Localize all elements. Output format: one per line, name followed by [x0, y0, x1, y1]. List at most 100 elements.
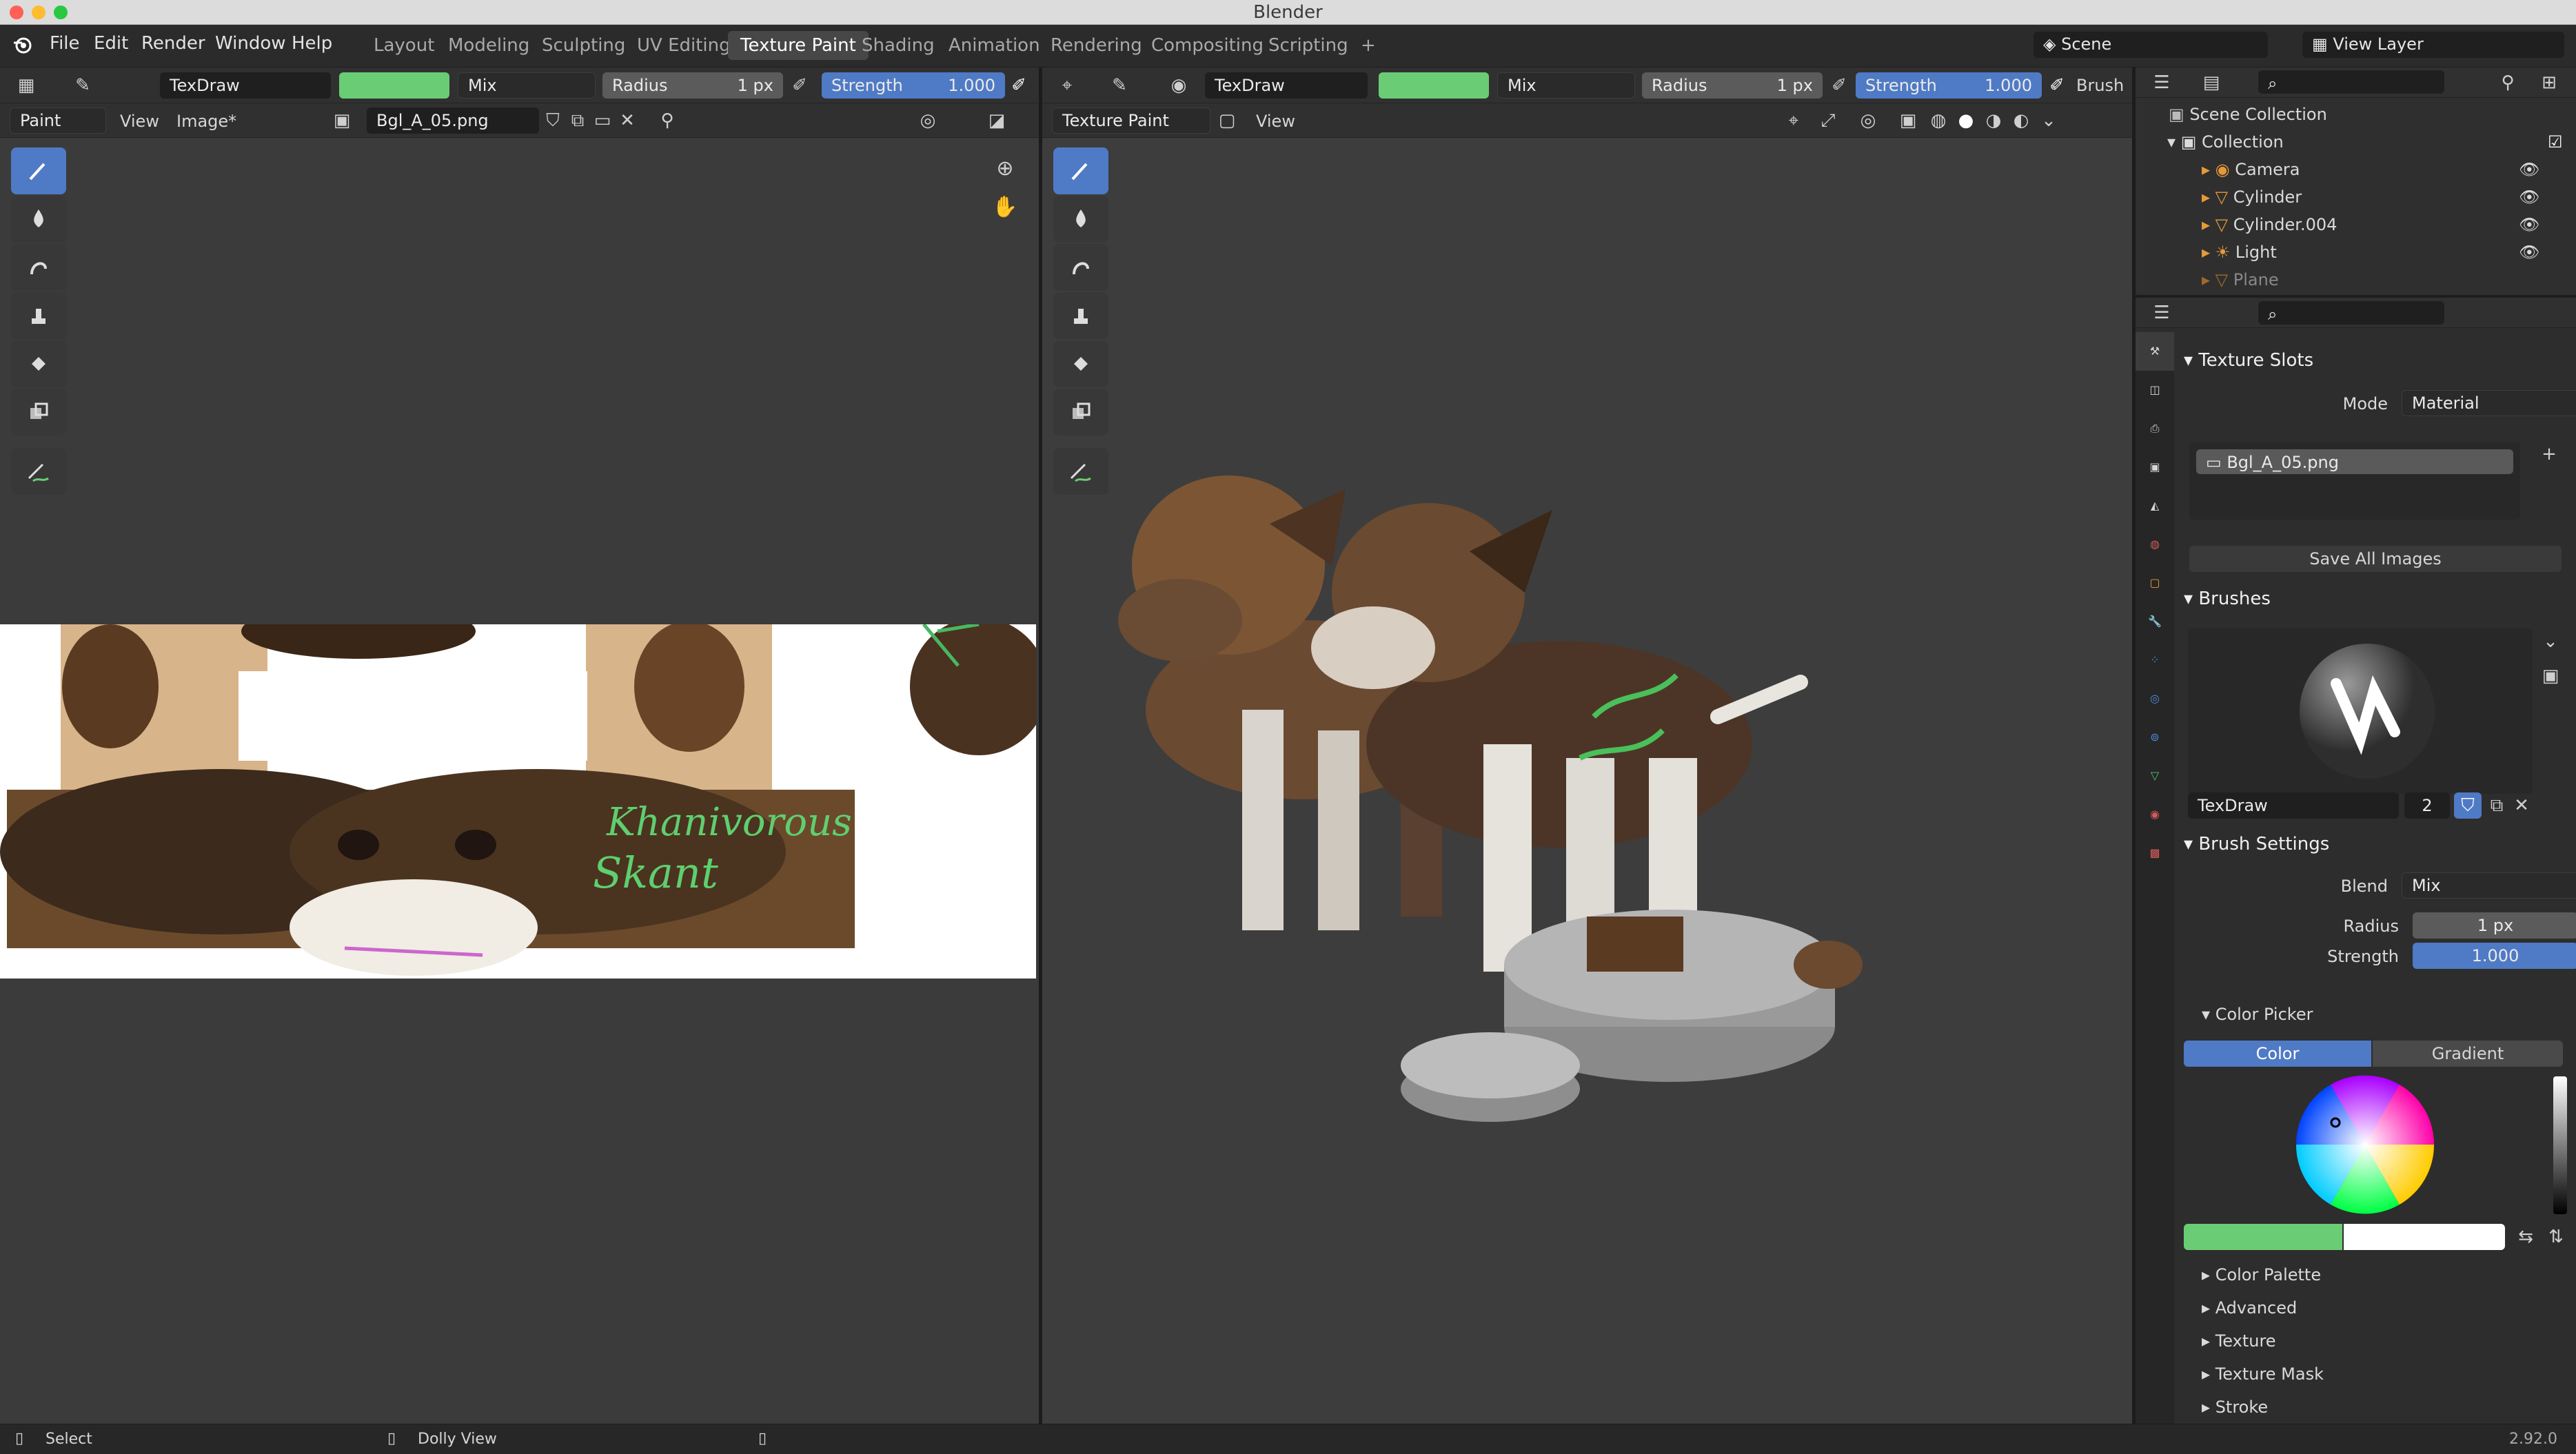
- texture-tab-icon[interactable]: ▩: [2136, 834, 2174, 872]
- tab-layout[interactable]: Layout: [361, 31, 447, 60]
- texture-paint-mode-dropdown[interactable]: Texture Paint: [1052, 107, 1210, 134]
- tab-rendering[interactable]: Rendering: [1038, 31, 1155, 60]
- outliner-item-cylinder[interactable]: ▸ ▽ Cylinder 👁: [2202, 187, 2574, 207]
- image-browse-icon[interactable]: ▣: [328, 107, 356, 134]
- new-collection-icon[interactable]: ⊞: [2535, 70, 2563, 96]
- object-tab-icon[interactable]: ▢: [2136, 564, 2174, 602]
- menu-help[interactable]: Help: [292, 33, 332, 54]
- color-wheel[interactable]: [2293, 1072, 2437, 1217]
- brush-strength-slider[interactable]: 1.000: [2413, 943, 2576, 969]
- open-image-folder-icon[interactable]: ▭: [589, 107, 616, 134]
- constraints-tab-icon[interactable]: ⊚: [2136, 718, 2174, 757]
- brush-name-field[interactable]: TexDraw: [160, 72, 331, 99]
- viewport-brush-name-field[interactable]: TexDraw: [1205, 72, 1368, 99]
- strength-slider[interactable]: Strength 1.000: [822, 72, 1005, 99]
- brush-blend-dropdown[interactable]: Mix: [2402, 872, 2576, 899]
- secondary-color-swatch[interactable]: [2344, 1224, 2505, 1250]
- tab-animation[interactable]: Animation: [936, 31, 1053, 60]
- visibility-eye-icon[interactable]: 👁: [2519, 243, 2539, 262]
- collection-row[interactable]: ▾ ▣ Collection ☑: [2167, 132, 2574, 152]
- wireframe-shading-icon[interactable]: ◍: [1925, 107, 1952, 134]
- fill-tool-icon[interactable]: [11, 340, 66, 387]
- duplicate-image-icon[interactable]: ⧉: [564, 107, 591, 134]
- fake-user-shield-icon[interactable]: ⛉: [539, 107, 567, 134]
- texture-slots-header[interactable]: ▾ Texture Slots: [2184, 350, 2570, 383]
- add-workspace-button[interactable]: +: [1348, 31, 1388, 60]
- brush-panel-menu[interactable]: Brush: [2076, 76, 2124, 95]
- unlink-brush-icon[interactable]: ✕: [2508, 792, 2535, 819]
- face-mask-icon[interactable]: ▢: [1213, 107, 1241, 134]
- solid-shading-icon[interactable]: ●: [1952, 107, 1980, 134]
- outliner-search-input[interactable]: ⌕: [2258, 70, 2444, 94]
- view-layer-selector[interactable]: ▦ View Layer: [2302, 32, 2564, 58]
- color-picker-subpanel-header[interactable]: ▾ Color Picker: [2202, 1005, 2313, 1024]
- add-texture-slot-icon[interactable]: +: [2535, 441, 2563, 467]
- viewport-brush-icon[interactable]: ✎: [1106, 72, 1133, 99]
- viewport-strength-slider[interactable]: Strength 1.000: [1856, 72, 2042, 99]
- radius-slider[interactable]: Radius 1 px: [602, 72, 783, 99]
- scene-tab-icon[interactable]: ◭: [2136, 487, 2174, 525]
- collection-checkbox[interactable]: ☑: [2548, 132, 2563, 152]
- brush-datablock-name[interactable]: TexDraw: [2188, 792, 2399, 819]
- value-slider[interactable]: [2553, 1076, 2567, 1214]
- data-tab-icon[interactable]: ▽: [2136, 757, 2174, 795]
- selectability-icon[interactable]: ⌖: [1780, 107, 1807, 134]
- unlink-image-icon[interactable]: ✕: [613, 107, 641, 134]
- overlay-icon[interactable]: ◎: [914, 107, 942, 134]
- outliner-item-cylinder-004[interactable]: ▸ ▽ Cylinder.004 👁: [2202, 215, 2574, 234]
- save-all-images-button[interactable]: Save All Images: [2189, 546, 2562, 572]
- pan-hand-icon[interactable]: ✋: [991, 194, 1019, 221]
- menu-render[interactable]: Render: [141, 33, 205, 54]
- texture-canvas[interactable]: Khanivorous Skant: [0, 624, 1036, 979]
- scene-collection-row[interactable]: ▣ Scene Collection: [2169, 105, 2327, 124]
- viewport-brush-color-swatch[interactable]: [1379, 72, 1489, 99]
- brushes-header[interactable]: ▾ Brushes: [2184, 588, 2570, 622]
- view-layer-tab-icon[interactable]: ▣: [2136, 448, 2174, 487]
- viewport-pressure-strength-icon[interactable]: ✐: [2043, 72, 2071, 99]
- tab-texture-paint[interactable]: Texture Paint: [728, 31, 869, 60]
- pin-icon[interactable]: ⚲: [653, 107, 681, 134]
- view-menu[interactable]: View: [120, 112, 159, 131]
- zoom-icon[interactable]: ⊕: [991, 156, 1019, 182]
- brush-color-swatch[interactable]: [339, 72, 449, 99]
- visibility-eye-icon[interactable]: 👁: [2519, 187, 2539, 207]
- rendered-shading-icon[interactable]: ◐: [2007, 107, 2035, 134]
- viewport-view-menu[interactable]: View: [1256, 112, 1295, 131]
- brush-preview-box[interactable]: [2188, 628, 2533, 794]
- material-shading-icon[interactable]: ◑: [1980, 107, 2007, 134]
- color-palette-subpanel[interactable]: ▸ Color Palette: [2202, 1265, 2321, 1284]
- menu-file[interactable]: File: [50, 33, 80, 54]
- 3d-viewport[interactable]: ⌖ ✎ ◉ TexDraw Mix Radius 1 px ✐ Strength…: [1042, 68, 2132, 1424]
- tool-tab-icon[interactable]: ⚒: [2136, 332, 2174, 371]
- menu-edit[interactable]: Edit: [94, 33, 128, 54]
- image-name-field[interactable]: Bgl_A_05.png: [367, 107, 539, 134]
- gradient-tab[interactable]: Gradient: [2373, 1041, 2563, 1067]
- primary-color-swatch[interactable]: [2184, 1224, 2342, 1250]
- pressure-strength-icon[interactable]: ✐: [1005, 72, 1033, 99]
- outliner-editor-type-icon[interactable]: ☰: [2148, 70, 2176, 96]
- texture-subpanel[interactable]: ▸ Texture: [2202, 1331, 2276, 1351]
- modifiers-tab-icon[interactable]: 🔧: [2136, 602, 2174, 641]
- texture-slot-item[interactable]: ▭ Bgl_A_05.png: [2196, 449, 2513, 474]
- display-mode-icon[interactable]: ▤: [2198, 70, 2225, 96]
- particles-tab-icon[interactable]: ⁘: [2136, 641, 2174, 679]
- outliner-item-light[interactable]: ▸ ☀ Light 👁: [2202, 243, 2574, 262]
- filter-icon[interactable]: ⚲: [2494, 70, 2522, 96]
- smear-tool-icon[interactable]: [11, 244, 66, 291]
- brush-image-icon[interactable]: ▣: [2537, 663, 2564, 689]
- brush-radius-slider[interactable]: 1 px: [2413, 912, 2576, 939]
- blender-logo-icon[interactable]: [12, 34, 33, 55]
- brush-user-count[interactable]: 2: [2404, 792, 2450, 819]
- gizmo-icon[interactable]: ⤢: [1814, 107, 1842, 134]
- tab-modeling[interactable]: Modeling: [436, 31, 542, 60]
- brush-specials-icon[interactable]: ⌄: [2537, 628, 2564, 655]
- properties-editor-type-icon[interactable]: ☰: [2148, 300, 2176, 326]
- outliner-item-plane[interactable]: ▸ ▽ Plane: [2202, 270, 2574, 289]
- soften-tool-icon[interactable]: [11, 196, 66, 243]
- color-unit-icon[interactable]: ⇅: [2542, 1224, 2570, 1250]
- image-editor[interactable]: ▦ ✎ TexDraw Mix Radius 1 px ✐ Strength 1…: [0, 68, 1039, 1424]
- viewport-overlay-icon[interactable]: ◎: [1854, 107, 1882, 134]
- blend-dropdown[interactable]: Mix: [458, 72, 596, 99]
- image-menu[interactable]: Image*: [176, 112, 236, 131]
- paint-mode-dropdown[interactable]: Paint: [10, 107, 106, 134]
